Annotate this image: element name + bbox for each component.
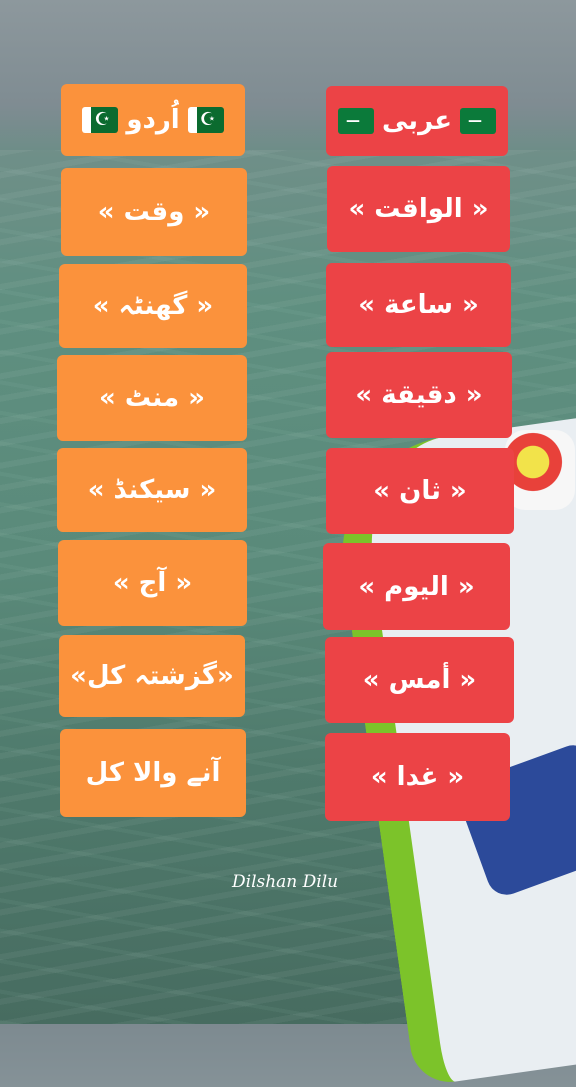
urdu-word-label: « سیکنڈ » (87, 475, 217, 505)
urdu-word-label: آنے والا کل (85, 758, 221, 788)
urdu-word-card: « آج » (58, 540, 247, 626)
urdu-header: اُردو (61, 84, 245, 156)
arabic-word-card: « ساعة » (326, 263, 511, 347)
arabic-word-label: « الیوم » (358, 571, 475, 602)
pakistan-flag-icon (187, 107, 224, 133)
urdu-word-card: « منٹ » (57, 355, 247, 441)
urdu-word-card: «گزشتہ کل» (59, 635, 245, 717)
arabic-word-card: « دقیقة » (326, 352, 512, 438)
arabic-word-label: « أمس » (362, 665, 477, 695)
arabic-word-card: « الواقت » (327, 166, 510, 252)
arabic-header: عربی (326, 86, 508, 156)
pakistan-flag-icon (82, 107, 119, 133)
watermark: Dilshan Dilu (232, 872, 339, 892)
arabic-word-card: « ثان » (326, 448, 514, 534)
arabic-word-card: « الیوم » (323, 543, 510, 630)
arabic-word-label: « غدا » (370, 762, 465, 792)
urdu-word-label: «گزشتہ کل» (70, 661, 234, 691)
urdu-word-label: « گھنٹہ » (92, 291, 214, 321)
urdu-word-card: « گھنٹہ » (59, 264, 247, 348)
urdu-word-label: « وقت » (97, 197, 211, 227)
boat-decal (505, 430, 575, 510)
urdu-word-card: « سیکنڈ » (57, 448, 247, 532)
arabic-header-label: عربی (382, 106, 453, 136)
urdu-header-label: اُردو (126, 105, 180, 135)
saudi-flag-icon (460, 108, 497, 134)
arabic-word-label: « دقیقة » (355, 380, 483, 410)
urdu-word-card: « وقت » (61, 168, 247, 256)
urdu-word-card: آنے والا کل (60, 729, 246, 817)
saudi-flag-icon (338, 108, 374, 134)
arabic-word-label: « ثان » (373, 476, 467, 506)
urdu-word-label: « منٹ » (99, 383, 205, 413)
arabic-word-card: « غدا » (325, 733, 510, 821)
arabic-word-label: « الواقت » (348, 194, 489, 224)
arabic-word-card: « أمس » (325, 637, 514, 723)
arabic-word-label: « ساعة » (358, 290, 479, 320)
urdu-word-label: « آج » (112, 568, 193, 598)
